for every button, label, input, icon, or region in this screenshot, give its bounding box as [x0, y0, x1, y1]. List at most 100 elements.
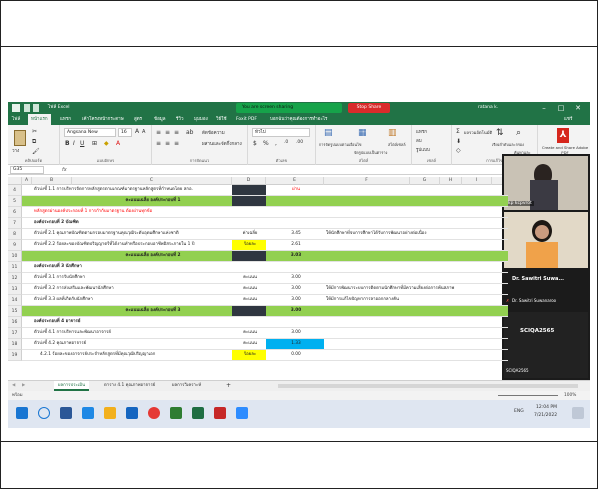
cell-d[interactable]: คะแนน: [232, 328, 266, 338]
tab-view[interactable]: มุมมอง: [194, 114, 208, 125]
underline-icon[interactable]: U: [80, 140, 84, 147]
row-header[interactable]: 6: [8, 207, 22, 218]
add-sheet-button[interactable]: +: [222, 381, 235, 391]
chrome-icon[interactable]: [148, 407, 160, 419]
row-header[interactable]: 11: [8, 262, 22, 273]
participant-tile-2[interactable]: [504, 212, 588, 268]
cell-e[interactable]: 3.00: [266, 284, 324, 294]
cell-d[interactable]: ค่าเฉลี่ย: [232, 229, 266, 239]
row-header[interactable]: 10: [8, 251, 22, 262]
cell-d[interactable]: คะแนน: [232, 273, 266, 283]
cell-f[interactable]: [324, 317, 514, 327]
cell-styles-button[interactable]: สไตล์เซลล์: [388, 142, 406, 148]
format-painter-icon[interactable]: 🖌: [32, 148, 40, 155]
copy-icon[interactable]: ⧉: [32, 138, 36, 146]
row-header[interactable]: 13: [8, 284, 22, 295]
cell-e[interactable]: [266, 196, 324, 206]
cell-f[interactable]: [324, 273, 514, 283]
cell-e[interactable]: 1.33: [266, 339, 324, 349]
share-link[interactable]: แชร์: [564, 114, 572, 125]
cell-c[interactable]: คะแนนเฉลี่ย องค์ประกอบที่ 2: [72, 251, 232, 261]
col-header-a[interactable]: A: [22, 177, 32, 185]
zoom-level[interactable]: 100%: [564, 391, 576, 400]
cell-e[interactable]: ผ่าน: [266, 185, 324, 195]
cell-d[interactable]: คะแนน: [232, 295, 266, 305]
windows-start-icon[interactable]: [16, 407, 28, 419]
edge-icon[interactable]: [82, 407, 94, 419]
number-format-select[interactable]: ทั่วไป: [252, 128, 310, 137]
clock-date[interactable]: 7/21/2022: [534, 413, 557, 418]
cell-d[interactable]: [232, 306, 266, 316]
row-header[interactable]: 15: [8, 306, 22, 317]
tab-help[interactable]: วิธีใช้: [216, 114, 227, 125]
powerpoint-icon[interactable]: [214, 407, 226, 419]
format-table-button[interactable]: จัดรูปแบบเป็นตาราง: [354, 150, 387, 156]
shrink-font-icon[interactable]: A: [142, 129, 145, 135]
insert-cells-button[interactable]: แทรก: [416, 128, 427, 135]
tab-review[interactable]: รีวิว: [176, 114, 183, 125]
notifications-icon[interactable]: [572, 407, 584, 419]
tab-file[interactable]: ไฟล์: [12, 114, 20, 125]
sort-filter-icon[interactable]: ⇅: [496, 128, 504, 138]
cell-e[interactable]: [266, 317, 324, 327]
file-explorer-icon[interactable]: [104, 407, 116, 419]
align-bottom-icon[interactable]: ≡: [174, 129, 179, 136]
cell-c[interactable]: [72, 240, 232, 250]
cell-c[interactable]: [72, 207, 232, 217]
cell-d[interactable]: [232, 317, 266, 327]
zoom-app-icon[interactable]: [236, 407, 248, 419]
cell-c[interactable]: [72, 273, 232, 283]
excel-taskbar-icon[interactable]: [192, 407, 204, 419]
bold-icon[interactable]: B: [65, 140, 70, 147]
row-header[interactable]: 16: [8, 317, 22, 328]
row-header[interactable]: 9: [8, 240, 22, 251]
cell-f[interactable]: [324, 262, 514, 272]
paste-label[interactable]: วาง: [12, 147, 19, 154]
align-top-icon[interactable]: ≡: [156, 129, 161, 136]
cell-c[interactable]: [72, 185, 232, 195]
cell-d[interactable]: [232, 218, 266, 228]
search-icon[interactable]: [38, 407, 50, 419]
cell-d[interactable]: [232, 207, 266, 217]
delete-cells-button[interactable]: ลบ: [416, 137, 422, 144]
name-box[interactable]: G35: [10, 166, 44, 174]
tell-me-search[interactable]: บอกฉันว่าคุณต้องการทำอะไร: [270, 114, 327, 125]
cell-f[interactable]: [324, 240, 514, 250]
scroll-tabs-right-icon[interactable]: ▶: [18, 381, 28, 391]
cell-f[interactable]: [324, 207, 514, 217]
fill-color-icon[interactable]: ◆: [104, 140, 109, 147]
align-center-icon[interactable]: ≡: [165, 140, 170, 147]
merge-center-button[interactable]: ผสานและจัดกึ่งกลาง: [202, 140, 242, 147]
cell-e[interactable]: 3.00: [266, 328, 324, 338]
tab-home[interactable]: หน้าแรก: [28, 114, 51, 125]
col-header-h[interactable]: H: [440, 177, 462, 185]
conditional-format-button[interactable]: การจัดรูปแบบตามเงื่อนไข: [319, 142, 362, 148]
tab-formulas[interactable]: สูตร: [134, 114, 142, 125]
cell-e[interactable]: 3.00: [266, 273, 324, 283]
task-view-icon[interactable]: [60, 407, 72, 419]
cell-e[interactable]: 2.61: [266, 240, 324, 250]
format-cells-button[interactable]: รูปแบบ: [416, 146, 430, 153]
cell-c[interactable]: [72, 229, 232, 239]
cell-f[interactable]: [324, 350, 514, 360]
cell-e[interactable]: [266, 218, 324, 228]
cell-c[interactable]: [72, 339, 232, 349]
cell-c[interactable]: คะแนนเฉลี่ย องค์ประกอบที่ 3: [72, 306, 232, 316]
cell-c[interactable]: [72, 350, 232, 360]
cut-icon[interactable]: ✂: [32, 128, 37, 135]
align-middle-icon[interactable]: ≡: [165, 129, 170, 136]
fill-icon[interactable]: ⬇: [456, 138, 461, 145]
participant-tile-1[interactable]: kp kcpvrot: [504, 156, 588, 210]
cell-d[interactable]: ร้อยละ: [232, 240, 266, 250]
row-header[interactable]: 8: [8, 229, 22, 240]
cell-e[interactable]: [266, 207, 324, 217]
save-icon[interactable]: [24, 104, 30, 112]
cell-f[interactable]: [324, 185, 514, 195]
row-header[interactable]: 7: [8, 218, 22, 229]
col-header-g[interactable]: G: [410, 177, 440, 185]
align-right-icon[interactable]: ≡: [174, 140, 179, 147]
cell-f[interactable]: ให้มีการพัฒนาระบบการติดตามนักศึกษาที่มีค…: [324, 284, 514, 294]
tab-foxit-pdf[interactable]: Foxit PDF: [236, 114, 257, 125]
tab-data[interactable]: ข้อมูล: [154, 114, 166, 125]
row-header[interactable]: 14: [8, 295, 22, 306]
